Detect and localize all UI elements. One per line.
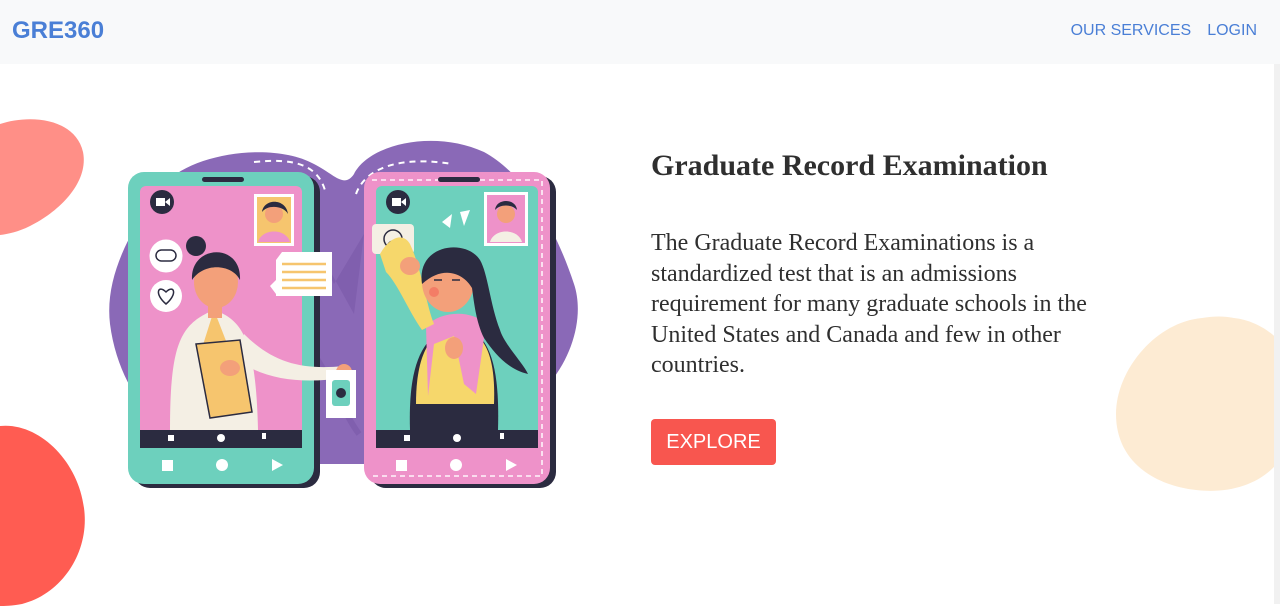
patient-phone-mockup: [364, 172, 556, 488]
nav-links: OUR SERVICES LOGIN: [1071, 22, 1257, 40]
brand-logo[interactable]: GRE360: [12, 17, 104, 45]
hero-title: Graduate Record Examination: [651, 149, 1048, 182]
hero-content: Graduate Record Examination The Graduate…: [651, 146, 1131, 465]
nav-link-login[interactable]: LOGIN: [1207, 22, 1257, 40]
hero-description: The Graduate Record Examinations is a st…: [651, 230, 1087, 379]
explore-button[interactable]: EXPLORE: [651, 418, 776, 465]
scrollbar[interactable]: [1274, 64, 1280, 604]
telemedicine-illustration: [109, 140, 578, 488]
red-blob-decoration: [0, 425, 85, 606]
nav-link-our-services[interactable]: OUR SERVICES: [1071, 22, 1192, 40]
salmon-blob-decoration: [0, 119, 84, 235]
navbar: GRE360 OUR SERVICES LOGIN: [0, 0, 1280, 64]
peach-blob-decoration: [1116, 316, 1280, 491]
